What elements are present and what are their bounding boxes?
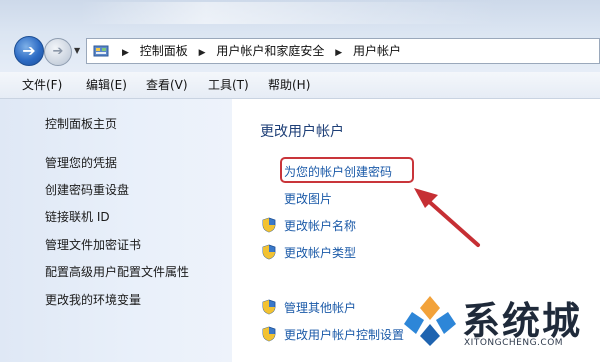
xitongcheng-logo-icon	[404, 296, 456, 346]
watermark-subtitle: XITONGCHENG.COM	[464, 338, 564, 348]
watermark: 系统城 XITONGCHENG.COM	[402, 286, 592, 356]
watermark-title: 系统城	[462, 299, 583, 343]
